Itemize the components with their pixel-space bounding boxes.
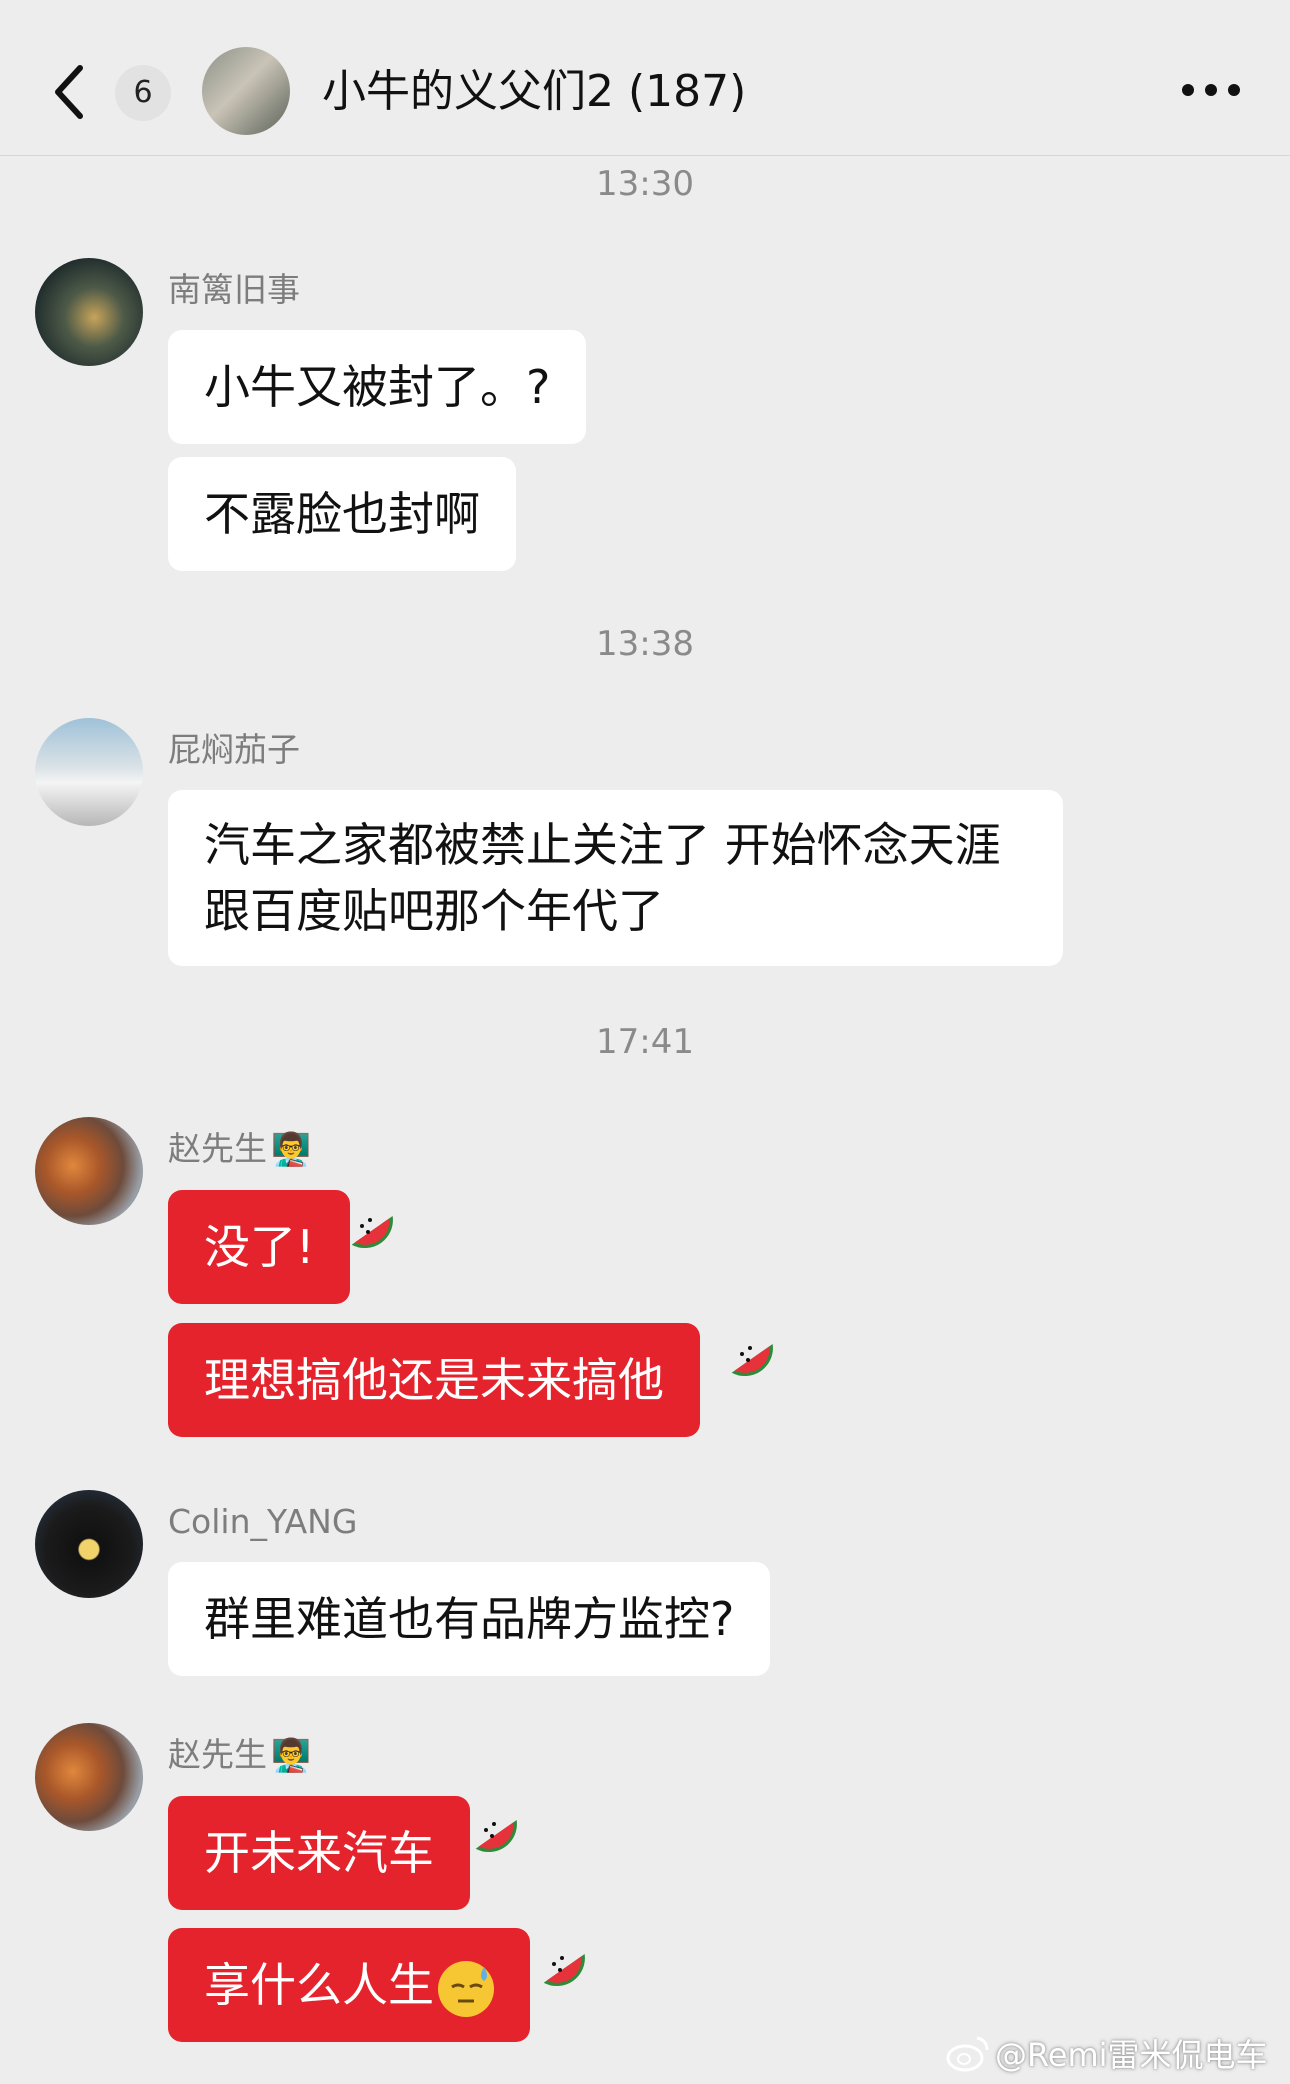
message-bubble[interactable]: 享什么人生 [168,1928,530,2042]
unread-count-badge[interactable]: 6 [115,65,171,121]
teacher-emoji-icon: 👨‍🏫 [271,1736,311,1774]
watermelon-icon [731,1344,773,1377]
weibo-icon [946,2036,989,2072]
timestamp: 13:30 [596,164,694,204]
message-bubble[interactable]: 没了! [168,1190,351,1304]
avatar[interactable] [35,1490,143,1598]
back-chevron-icon[interactable] [50,62,90,122]
watermelon-icon [543,1954,585,1987]
message-text: 享什么人生 [204,1958,434,2012]
message-bubble[interactable]: 汽车之家都被禁止关注了 开始怀念天涯跟百度贴吧那个年代了 [168,790,1063,966]
sender-name-text: 赵先生 [168,1735,267,1774]
sender-name: 赵先生 👨‍🏫 [168,1127,311,1171]
timestamp: 13:38 [596,624,694,664]
avatar[interactable] [35,258,143,366]
group-title: 小牛的义父们2 (187) [322,66,747,117]
avatar[interactable] [35,1723,143,1831]
avatar[interactable] [35,718,143,826]
watermelon-icon [475,1820,517,1853]
watermark-text: @Remi雷米侃电车 [995,2036,1268,2074]
message-bubble[interactable]: 群里难道也有品牌方监控? [168,1562,771,1676]
sender-name: 南篱旧事 [168,270,300,309]
message-bubble[interactable]: 小牛又被封了。? [168,330,587,444]
message-bubble[interactable]: 开未来汽车 [168,1796,470,1910]
teacher-emoji-icon: 👨‍🏫 [271,1130,311,1168]
watermelon-icon [351,1216,393,1249]
chat-header: 6 小牛的义父们2 (187) [0,0,1290,156]
message-bubble[interactable]: 理想搞他还是未来搞他 [168,1323,700,1437]
avatar[interactable] [35,1117,143,1225]
sender-name-text: 赵先生 [168,1129,267,1168]
more-dots-icon[interactable] [1180,78,1242,102]
timestamp: 17:41 [596,1022,694,1062]
sender-name: 屁焖茄子 [168,730,300,769]
sender-name: 赵先生 👨‍🏫 [168,1733,311,1777]
sender-name: Colin_YANG [168,1502,358,1541]
sweat-face-icon [438,1960,494,2017]
message-bubble[interactable]: 不露脸也封啊 [168,457,516,571]
group-avatar[interactable] [202,47,290,135]
